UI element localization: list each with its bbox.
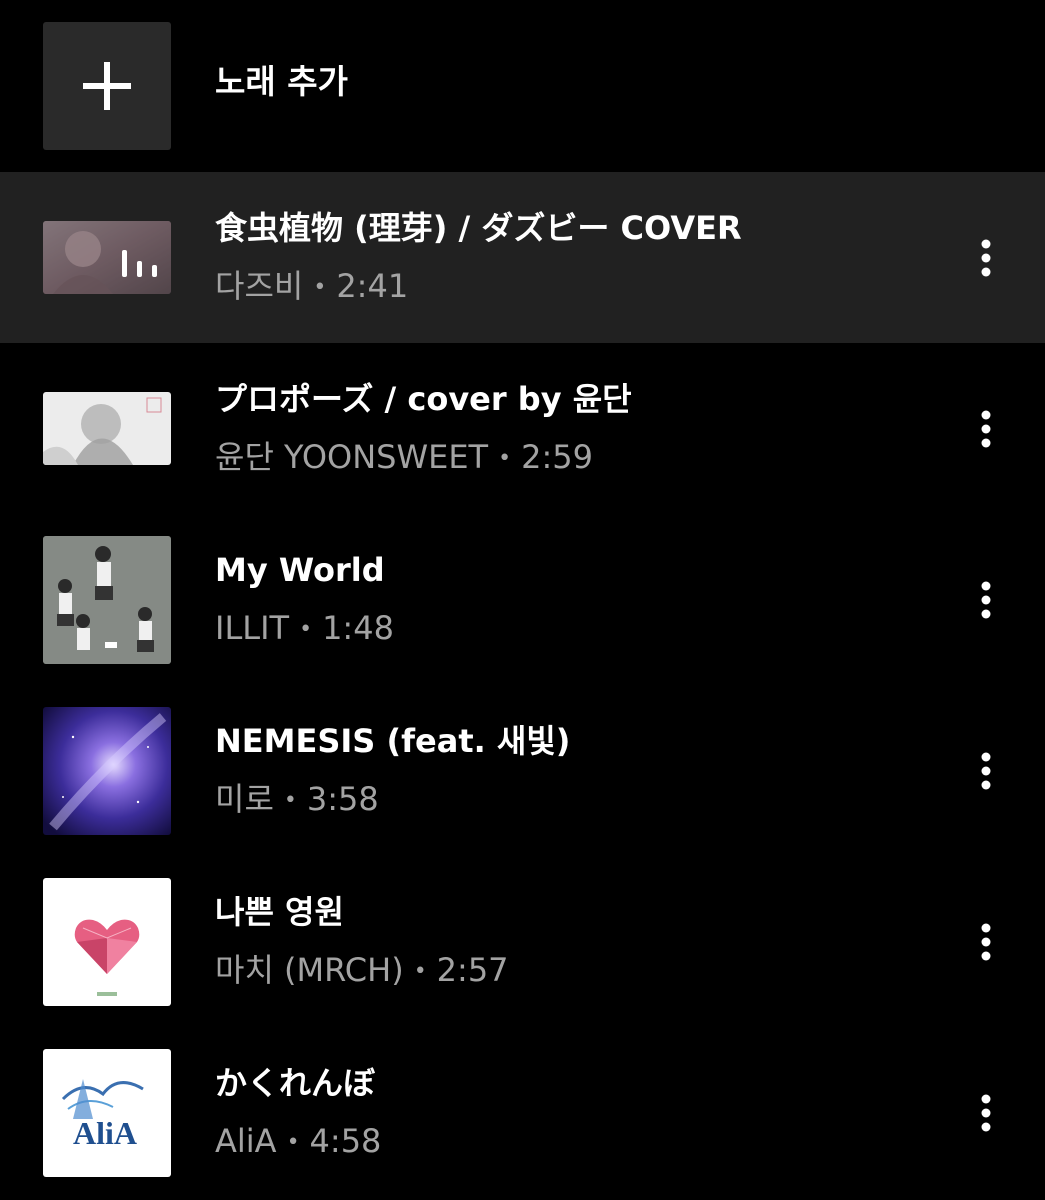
- more-vertical-icon: [981, 410, 991, 448]
- more-options-button[interactable]: [966, 918, 1006, 966]
- track-artist: AliA: [215, 1122, 277, 1160]
- more-options-button[interactable]: [966, 234, 1006, 282]
- separator-dot: •: [498, 446, 512, 471]
- track-artwork: [43, 878, 171, 1006]
- more-options-button[interactable]: [966, 1089, 1006, 1137]
- alia-logo-text: AliA: [73, 1115, 137, 1151]
- track-title: かくれんぼ: [215, 1064, 376, 1102]
- track-row[interactable]: My World ILLIT • 1:48: [0, 514, 1045, 685]
- add-song-button[interactable]: [43, 22, 171, 150]
- track-artwork: AliA: [43, 1049, 171, 1177]
- more-vertical-icon: [981, 239, 991, 277]
- track-artwork: [43, 536, 171, 664]
- track-row[interactable]: 食虫植物 (理芽) / ダズビー COVER 다즈비 • 2:41: [0, 172, 1045, 343]
- track-duration: 2:41: [336, 267, 409, 305]
- separator-dot: •: [286, 1130, 300, 1155]
- more-vertical-icon: [981, 581, 991, 619]
- track-artwork: [43, 707, 171, 835]
- more-options-button[interactable]: [966, 576, 1006, 624]
- track-title: NEMESIS (feat. 새빛): [215, 722, 571, 760]
- track-duration: 3:58: [306, 780, 379, 818]
- track-subtitle: 다즈비 • 2:41: [215, 264, 408, 310]
- track-title: My World: [215, 551, 385, 589]
- more-vertical-icon: [981, 752, 991, 790]
- more-options-button[interactable]: [966, 747, 1006, 795]
- track-artist: ILLIT: [215, 609, 290, 647]
- track-title: 食虫植物 (理芽) / ダズビー COVER: [215, 209, 742, 247]
- separator-dot: •: [283, 788, 297, 813]
- add-song-row[interactable]: 노래 추가: [0, 0, 1045, 172]
- track-artist: 마치 (MRCH): [215, 951, 404, 989]
- track-row[interactable]: 나쁜 영원 마치 (MRCH) • 2:57: [0, 856, 1045, 1027]
- track-title: 나쁜 영원: [215, 893, 344, 931]
- track-duration: 1:48: [322, 609, 394, 647]
- track-duration: 2:59: [521, 438, 593, 476]
- separator-dot: •: [313, 275, 327, 300]
- track-subtitle: 마치 (MRCH) • 2:57: [215, 948, 509, 994]
- track-artist: 미로: [215, 780, 274, 818]
- separator-dot: •: [299, 617, 313, 642]
- track-title: プロポーズ / cover by 윤단: [215, 380, 632, 418]
- more-vertical-icon: [981, 1094, 991, 1132]
- track-subtitle: AliA • 4:58: [215, 1119, 381, 1165]
- track-row[interactable]: NEMESIS (feat. 새빛) 미로 • 3:58: [0, 685, 1045, 856]
- track-artwork: [43, 221, 171, 294]
- track-artist: 윤단 YOONSWEET: [215, 438, 489, 476]
- track-artwork: [43, 392, 171, 465]
- more-vertical-icon: [981, 923, 991, 961]
- plus-icon: [83, 62, 131, 110]
- track-row[interactable]: AliA かくれんぼ AliA • 4:58: [0, 1027, 1045, 1198]
- separator-dot: •: [413, 959, 427, 984]
- add-song-label: 노래 추가: [215, 62, 348, 101]
- track-artist: 다즈비: [215, 267, 304, 305]
- more-options-button[interactable]: [966, 405, 1006, 453]
- track-duration: 4:58: [309, 1122, 382, 1160]
- track-subtitle: ILLIT • 1:48: [215, 606, 394, 652]
- now-playing-equalizer-icon: [122, 250, 157, 277]
- track-duration: 2:57: [436, 951, 509, 989]
- track-subtitle: 미로 • 3:58: [215, 777, 379, 823]
- track-subtitle: 윤단 YOONSWEET • 2:59: [215, 435, 593, 481]
- track-row[interactable]: プロポーズ / cover by 윤단 윤단 YOONSWEET • 2:59: [0, 343, 1045, 514]
